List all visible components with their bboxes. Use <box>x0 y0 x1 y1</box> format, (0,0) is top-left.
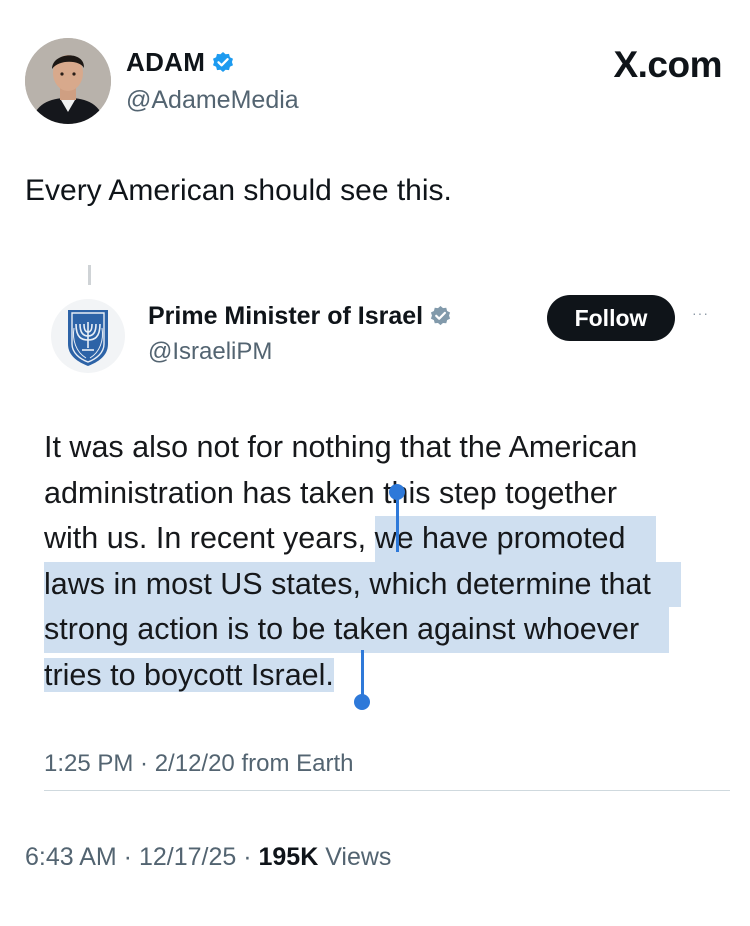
follow-button[interactable]: Follow <box>547 295 675 341</box>
divider <box>44 790 730 791</box>
selection-end-caret <box>361 650 364 700</box>
selection-start-caret <box>396 496 399 552</box>
thread-line <box>88 265 91 285</box>
author-name-row[interactable]: ADAM <box>126 47 235 78</box>
quoted-tweet-timestamp[interactable]: 1:25 PM · 2/12/20 from Earth <box>44 750 353 778</box>
selection-end-handle-icon[interactable] <box>354 694 370 710</box>
text-line-unselected: with us. In recent years, <box>44 521 375 555</box>
author-avatar[interactable] <box>25 38 111 124</box>
post-meta: 6:43 AM · 12/17/25 · 195K Views <box>25 843 391 872</box>
quoted-tweet-text: It was also not for nothing that the Ame… <box>44 425 734 698</box>
post-timestamp[interactable]: 6:43 AM · 12/17/25 · <box>25 843 258 871</box>
quoted-author-name[interactable]: Prime Minister of Israel <box>148 302 423 331</box>
author-name[interactable]: ADAM <box>126 47 205 78</box>
text-line: It was also not for nothing that the Ame… <box>44 430 638 464</box>
quoted-tweet[interactable]: Prime Minister of Israel @IsraeliPM Foll… <box>0 250 750 810</box>
post-text: Every American should see this. <box>25 174 452 207</box>
more-options-icon[interactable]: ··· <box>692 305 709 321</box>
text-line: laws in most US states, which determine … <box>44 561 734 607</box>
text-selection: we have promoted <box>374 516 656 562</box>
quoted-author-handle[interactable]: @IsraeliPM <box>148 338 272 366</box>
views-label: Views <box>318 843 392 871</box>
text-line: strong action is to be taken against who… <box>44 607 734 653</box>
text-selection: laws in most US states, which determine … <box>44 561 681 607</box>
text-line: tries to boycott Israel. <box>44 653 734 699</box>
verified-badge-icon <box>213 51 234 72</box>
verified-gray-badge-icon <box>431 305 451 326</box>
text-line: with us. In recent years, we have promot… <box>44 516 734 562</box>
emblem-icon <box>51 299 125 373</box>
views-count: 195K <box>258 843 319 871</box>
brand-label: X.com <box>613 44 722 85</box>
quoted-name-row[interactable]: Prime Minister of Israel <box>148 302 452 331</box>
text-selection: tries to boycott Israel. <box>44 657 334 692</box>
text-selection: strong action is to be taken against who… <box>44 607 670 653</box>
org-emblem-avatar[interactable] <box>50 298 126 374</box>
avatar-image <box>25 38 111 124</box>
author-handle[interactable]: @AdameMedia <box>126 86 299 115</box>
